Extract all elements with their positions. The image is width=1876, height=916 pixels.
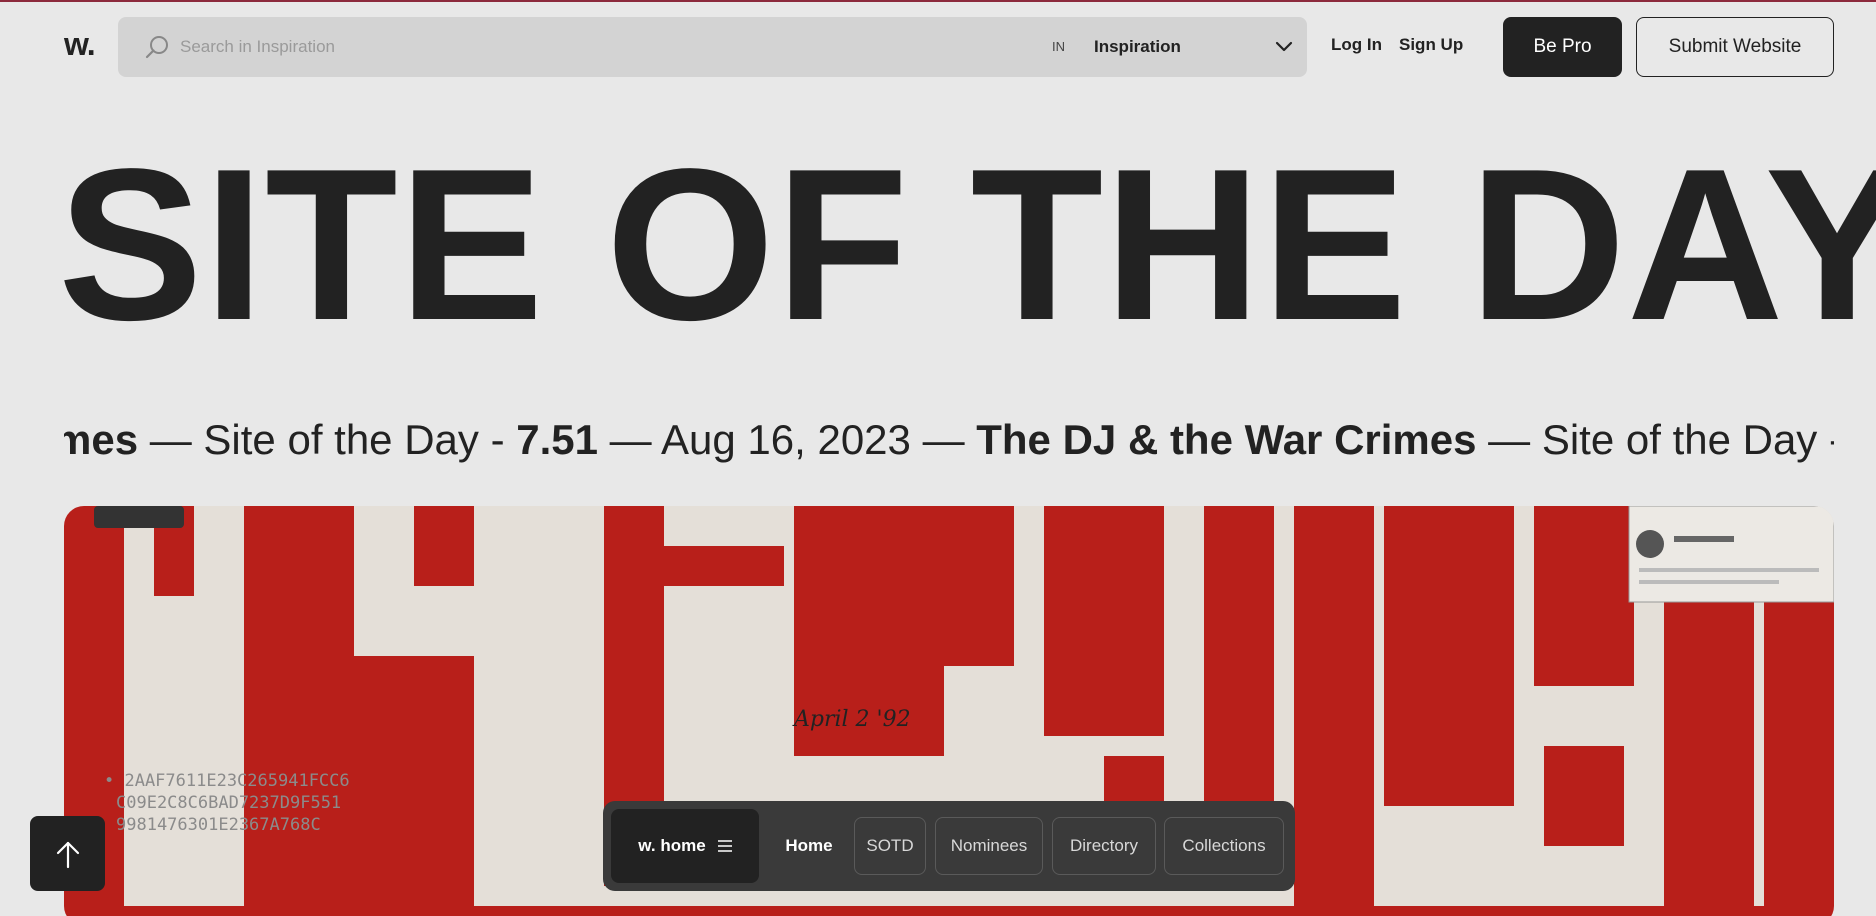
code-line: • 2AAF7611E23C265941FCC6 (104, 771, 350, 791)
marquee-award: Site of the Day (203, 416, 479, 463)
login-link[interactable]: Log In (1331, 35, 1382, 55)
nav-collections[interactable]: Collections (1164, 817, 1284, 875)
bottom-navigation: w. home Home SOTD Nominees Directory Col… (603, 801, 1295, 891)
nav-nominees[interactable]: Nominees (935, 817, 1043, 875)
chevron-down-icon (1275, 41, 1293, 52)
marquee-separator: — (1476, 416, 1542, 463)
code-line: C09E2C8C6BAD7237D9F551 (116, 793, 341, 813)
be-pro-button[interactable]: Be Pro (1503, 17, 1622, 77)
marquee-project-name[interactable]: rimes (64, 416, 138, 463)
marquee-date: Aug 16, 2023 (661, 416, 911, 463)
marquee-track: rimes — Site of the Day - 7.51 — Aug 16,… (64, 412, 1834, 468)
hero-title: SITE OF THE DAY (58, 123, 1876, 365)
search-scope-prefix: IN (1052, 39, 1065, 54)
award-marquee: rimes — Site of the Day - 7.51 — Aug 16,… (64, 412, 1834, 468)
search-bar: IN Inspiration (118, 17, 1307, 77)
marquee-separator: — (597, 416, 662, 463)
home-menu-button[interactable]: w. home (611, 809, 759, 883)
marquee-separator: — (910, 416, 977, 463)
marquee-dash: - (1817, 416, 1834, 463)
marquee-separator: — (138, 416, 204, 463)
handwritten-date: April 2 '92 (792, 707, 911, 732)
scroll-to-top-button[interactable] (30, 816, 105, 891)
arrow-up-icon (56, 841, 79, 868)
nav-sotd[interactable]: SOTD (854, 817, 926, 875)
submit-website-button[interactable]: Submit Website (1636, 17, 1834, 77)
code-line: 9981476301E2367A768C (116, 815, 321, 835)
search-icon[interactable] (144, 34, 170, 60)
menu-icon (717, 840, 732, 852)
logo[interactable]: w. (64, 26, 96, 63)
search-input[interactable] (180, 35, 780, 59)
nav-directory[interactable]: Directory (1052, 817, 1156, 875)
site-header: w. IN Inspiration Log In Sign Up Be Pro … (0, 2, 1876, 90)
search-category-dropdown[interactable]: Inspiration (1094, 29, 1294, 65)
marquee-dash: - (478, 416, 517, 463)
marquee-score: 7.51 (516, 416, 598, 463)
marquee-award: Site of the Day (1541, 416, 1818, 463)
signup-link[interactable]: Sign Up (1399, 35, 1463, 55)
home-menu-label: w. home (638, 836, 706, 855)
nav-home[interactable]: Home (765, 817, 853, 875)
marquee-project-name[interactable]: The DJ & the War Crimes (976, 416, 1476, 463)
search-category-value: Inspiration (1094, 37, 1181, 56)
